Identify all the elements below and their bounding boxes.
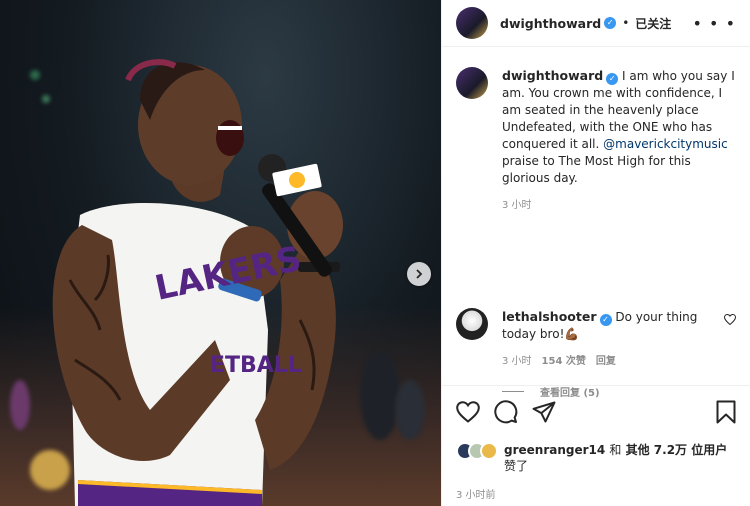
post-timestamp[interactable]: 3 小时前 — [456, 486, 736, 501]
likes-summary: greenranger14 和 其他 7.2万 位用户 赞了 — [456, 442, 736, 474]
share-button[interactable] — [532, 401, 556, 423]
comment-likes-count[interactable]: 154 次赞 — [542, 353, 586, 370]
chevron-right-icon — [416, 269, 423, 279]
comment-time: 3 小时 — [502, 356, 532, 367]
liker-avatar — [480, 442, 498, 460]
verified-badge-icon: ✓ — [604, 17, 617, 29]
caption-mention-link[interactable]: @maverickcitymusic — [603, 137, 728, 151]
paper-plane-icon — [532, 401, 556, 423]
more-options-icon[interactable]: • • • — [693, 14, 736, 33]
caption-avatar[interactable] — [456, 67, 488, 99]
post-header: dwighthoward ✓ • 已关注 • • • — [442, 0, 750, 47]
other-likers-link[interactable]: 其他 7.2万 位用户 — [626, 443, 728, 457]
player-illustration: LAKERS ETBALL — [52, 59, 343, 506]
commenter-username[interactable]: lethalshooter — [502, 309, 597, 324]
caption: dwighthoward ✓ I am who you say I am. You… — [456, 67, 736, 214]
commenter-avatar[interactable] — [456, 308, 488, 340]
jersey-lettering-2: ETBALL — [210, 353, 302, 378]
heart-icon — [456, 401, 480, 423]
flexed-biceps-emoji: 💪🏾 — [564, 327, 580, 341]
following-button[interactable]: 已关注 — [635, 15, 671, 32]
verified-badge-icon: ✓ — [599, 314, 612, 326]
liker-avatars — [456, 442, 498, 460]
comment-row: lethalshooter ✓ Do your thing today bro!💪… — [456, 308, 736, 370]
action-bar — [456, 400, 736, 424]
bookmark-icon — [716, 400, 736, 424]
post-actions-area: greenranger14 和 其他 7.2万 位用户 赞了 3 小时前 — [442, 385, 750, 501]
author-avatar[interactable] — [456, 7, 488, 39]
next-photo-button[interactable] — [407, 262, 431, 286]
comment-bubble-icon — [494, 400, 518, 424]
reply-button[interactable]: 回复 — [596, 353, 616, 370]
caption-text-end: praise to The Most High for this gloriou… — [502, 154, 691, 185]
instagram-post: LAKERS ETBALL dwighthoward ✓ • 已关注 • • • — [0, 0, 750, 506]
comment-heart-icon[interactable] — [724, 314, 736, 325]
comment-button[interactable] — [494, 400, 518, 424]
post-photo[interactable]: LAKERS ETBALL — [0, 0, 441, 506]
likes-connector: 和 — [609, 443, 622, 457]
verified-badge-icon: ✓ — [606, 73, 619, 85]
caption-username[interactable]: dwighthoward — [502, 68, 603, 83]
save-button[interactable] — [716, 400, 736, 424]
separator: • — [622, 16, 630, 30]
comments-section: dwighthoward ✓ I am who you say I am. You… — [442, 47, 750, 399]
first-liker-username[interactable]: greenranger14 — [504, 443, 605, 457]
likes-suffix: 赞了 — [504, 459, 529, 473]
author-username[interactable]: dwighthoward — [500, 16, 601, 31]
post-sidebar: dwighthoward ✓ • 已关注 • • • dwighthoward ✓… — [441, 0, 750, 506]
like-button[interactable] — [456, 401, 480, 423]
caption-time: 3 小时 — [502, 200, 532, 211]
